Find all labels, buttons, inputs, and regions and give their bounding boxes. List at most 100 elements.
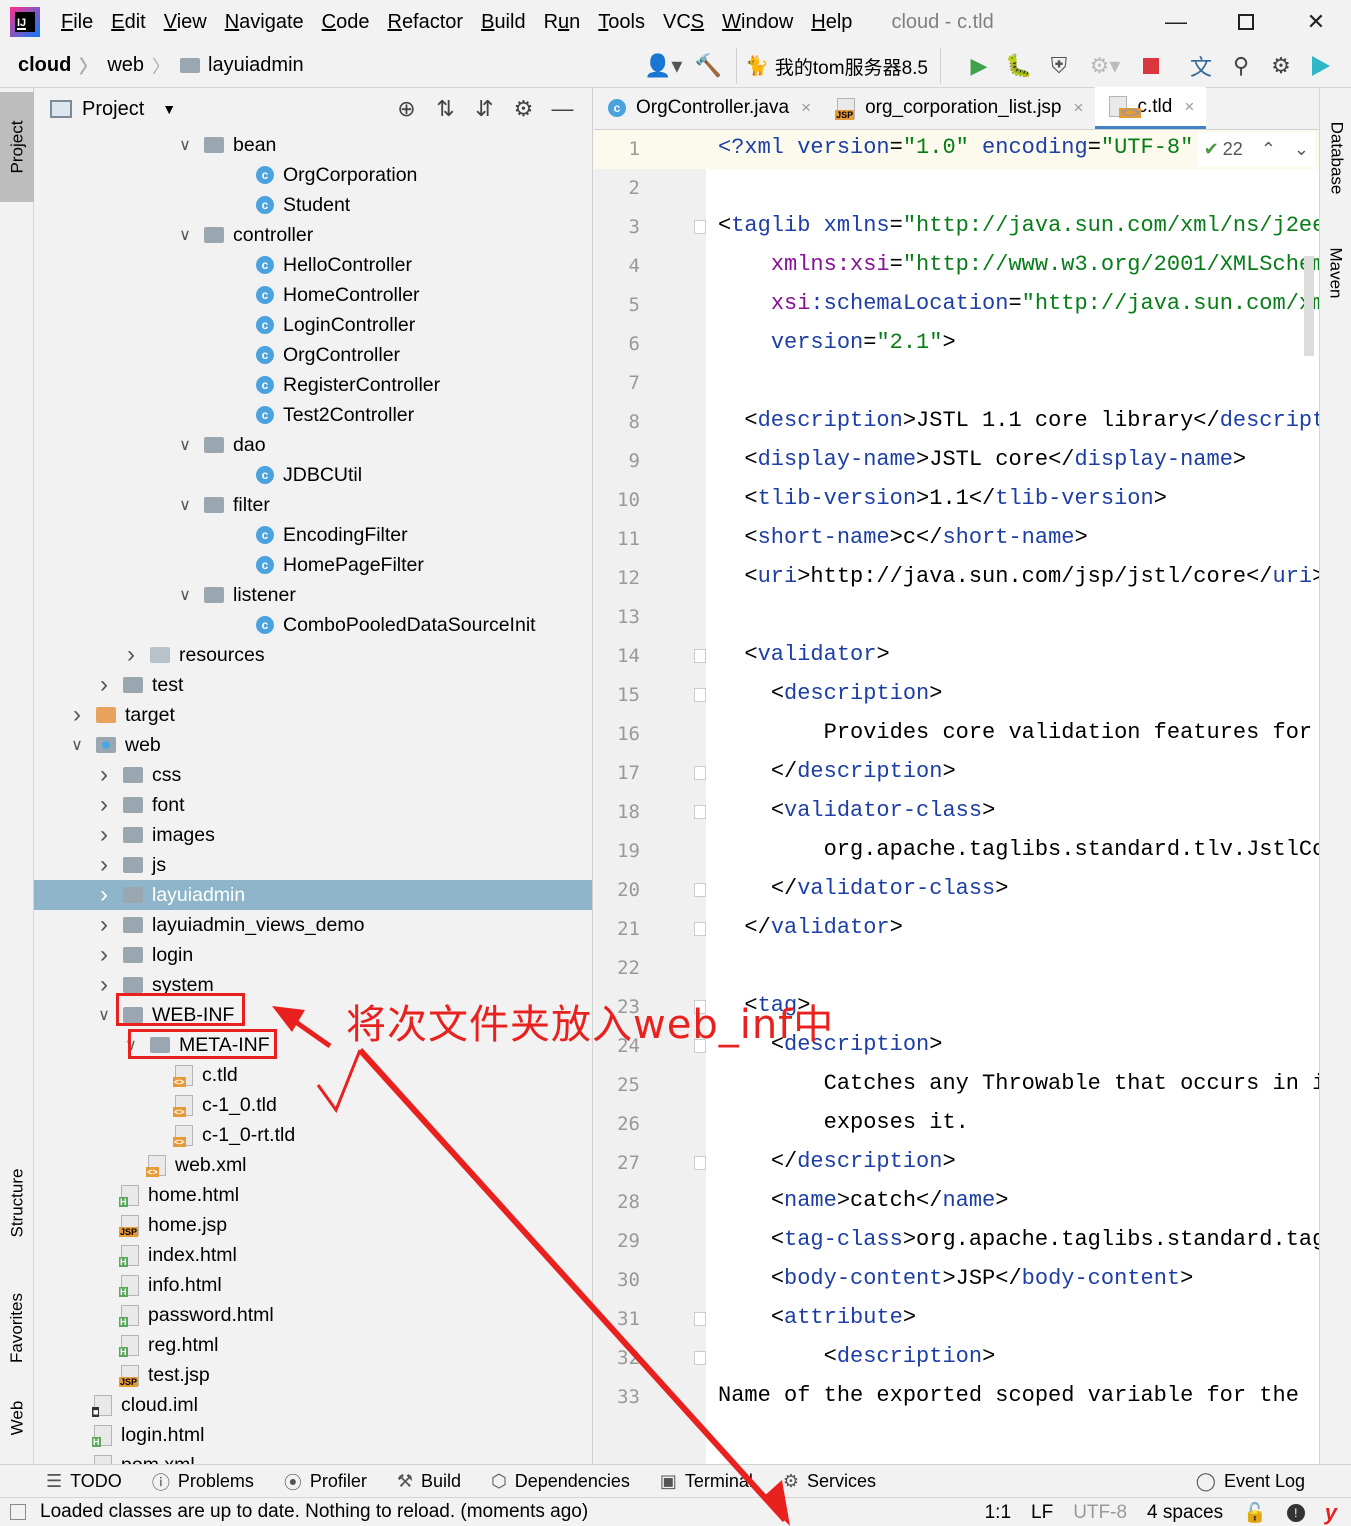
chevron-down-icon[interactable]: ∨: [122, 1035, 140, 1055]
translate-icon[interactable]: 文: [1181, 46, 1221, 86]
notification-icon[interactable]: !: [1286, 1503, 1305, 1522]
tree-node[interactable]: c Test2Controller: [34, 400, 592, 430]
maven-tool-tab[interactable]: Maven: [1320, 233, 1351, 313]
chevron-right-icon[interactable]: ›: [95, 881, 113, 909]
close-tab-icon[interactable]: ×: [1184, 97, 1194, 117]
tree-node[interactable]: › font: [34, 790, 592, 820]
tree-node[interactable]: <> c-1_0-rt.tld: [34, 1120, 592, 1150]
chevron-down-icon[interactable]: ∨: [176, 225, 194, 245]
run-icon[interactable]: ▶: [959, 46, 999, 86]
fold-marker-icon[interactable]: [694, 766, 706, 780]
caret-position[interactable]: 1:1: [985, 1502, 1011, 1524]
fold-marker-icon[interactable]: [694, 1312, 706, 1326]
tree-node[interactable]: <> web.xml: [34, 1150, 592, 1180]
tree-node[interactable]: JSP home.jsp: [34, 1210, 592, 1240]
profile-icon[interactable]: ⚙▾: [1079, 46, 1131, 86]
code-view[interactable]: <?xml version="1.0" encoding="UTF-8" ?> <…: [706, 130, 1319, 1464]
tree-node[interactable]: c HomePageFilter: [34, 550, 592, 580]
chevron-down-icon[interactable]: ∨: [176, 435, 194, 455]
close-window-button[interactable]: ✕: [1281, 0, 1351, 44]
tree-node[interactable]: ∨ listener: [34, 580, 592, 610]
chevron-down-icon[interactable]: ∨: [95, 1005, 113, 1025]
menu-edit[interactable]: Edit: [102, 11, 154, 34]
maximize-button[interactable]: [1211, 0, 1281, 44]
menu-run[interactable]: Run: [535, 11, 590, 34]
hide-panel-icon[interactable]: —: [543, 96, 582, 122]
tree-node[interactable]: › css: [34, 760, 592, 790]
editor-scrollbar[interactable]: [1304, 256, 1314, 356]
indent-setting[interactable]: 4 spaces: [1147, 1502, 1223, 1524]
tree-node[interactable]: <> pom.xml: [34, 1450, 592, 1464]
tree-node[interactable]: c OrgCorporation: [34, 160, 592, 190]
inspection-widget[interactable]: ✔ 22 ⌃ ⌄: [1197, 132, 1315, 166]
project-tool-tab[interactable]: Project: [0, 92, 34, 202]
bottom-tab-services[interactable]: ⚙ Services: [783, 1471, 876, 1492]
tree-node[interactable]: ∨ filter: [34, 490, 592, 520]
breadcrumb-web[interactable]: web 〉: [107, 53, 170, 79]
tree-node[interactable]: <> c-1_0.tld: [34, 1090, 592, 1120]
chevron-right-icon[interactable]: ›: [95, 671, 113, 699]
tree-node[interactable]: c Student: [34, 190, 592, 220]
tree-node[interactable]: ∨ WEB-INF: [34, 1000, 592, 1030]
tree-node[interactable]: › system: [34, 970, 592, 1000]
chevron-up-icon[interactable]: ⌃: [1261, 139, 1276, 160]
bottom-tab-terminal[interactable]: ▣ Terminal: [660, 1471, 753, 1492]
tree-node[interactable]: c HelloController: [34, 250, 592, 280]
collapse-all-icon[interactable]: ⇵: [465, 96, 504, 122]
tree-node[interactable]: ∨ web: [34, 730, 592, 760]
close-tab-icon[interactable]: ×: [801, 98, 811, 118]
tree-node[interactable]: Hhome.html: [34, 1180, 592, 1210]
tree-node[interactable]: Hreg.html: [34, 1330, 592, 1360]
fold-marker-icon[interactable]: [694, 688, 706, 702]
project-panel-title[interactable]: Project: [82, 98, 144, 121]
tree-node[interactable]: ∨ META-INF: [34, 1030, 592, 1060]
tree-node[interactable]: c ComboPooledDataSourceInit: [34, 610, 592, 640]
fold-marker-icon[interactable]: [694, 922, 706, 936]
tree-node[interactable]: c JDBCUtil: [34, 460, 592, 490]
menu-help[interactable]: Help: [802, 11, 861, 34]
tree-node[interactable]: Hinfo.html: [34, 1270, 592, 1300]
structure-tool-tab[interactable]: Structure: [0, 1128, 34, 1278]
favorites-tool-tab[interactable]: Favorites: [0, 1258, 34, 1398]
settings-gear-icon[interactable]: ⚙: [504, 96, 543, 122]
tree-node[interactable]: Hpassword.html: [34, 1300, 592, 1330]
run-configuration-selector[interactable]: 🐈 我的tom服务器8.5: [736, 48, 941, 84]
close-tab-icon[interactable]: ×: [1074, 98, 1084, 118]
status-message[interactable]: Loaded classes are up to date. Nothing t…: [40, 1501, 588, 1523]
bottom-tab-build[interactable]: ⚒ Build: [397, 1471, 461, 1492]
line-separator[interactable]: LF: [1031, 1502, 1053, 1524]
tree-node[interactable]: <> c.tld: [34, 1060, 592, 1090]
tree-node[interactable]: ∨ bean: [34, 130, 592, 160]
file-encoding[interactable]: UTF-8: [1073, 1502, 1127, 1524]
status-toggle-icon[interactable]: [10, 1504, 26, 1520]
bottom-tab-problems[interactable]: ⓘ Problems: [152, 1469, 254, 1495]
breadcrumb-layuiadmin[interactable]: layuiadmin: [180, 54, 304, 77]
menu-tools[interactable]: Tools: [589, 11, 654, 34]
user-dropdown-icon[interactable]: 👤▾: [638, 46, 688, 86]
fold-marker-icon[interactable]: [694, 1000, 706, 1014]
coverage-icon[interactable]: ⛨: [1039, 46, 1079, 86]
chevron-down-icon[interactable]: ▼: [162, 101, 176, 117]
tree-node[interactable]: JSP test.jsp: [34, 1360, 592, 1390]
menu-navigate[interactable]: Navigate: [216, 11, 313, 34]
fold-marker-icon[interactable]: [694, 883, 706, 897]
tree-node[interactable]: ∨ dao: [34, 430, 592, 460]
chevron-right-icon[interactable]: ›: [95, 941, 113, 969]
tree-node[interactable]: c RegisterController: [34, 370, 592, 400]
menu-build[interactable]: Build: [472, 11, 534, 34]
database-tool-tab[interactable]: Database: [1320, 98, 1351, 218]
tree-node[interactable]: › layuiadmin: [34, 880, 592, 910]
menu-code[interactable]: Code: [313, 11, 379, 34]
chevron-right-icon[interactable]: ›: [122, 641, 140, 669]
chevron-right-icon[interactable]: ›: [95, 821, 113, 849]
minimize-button[interactable]: —: [1141, 0, 1211, 44]
tree-node[interactable]: › login: [34, 940, 592, 970]
fold-marker-icon[interactable]: [694, 1156, 706, 1170]
tree-node[interactable]: c HomeController: [34, 280, 592, 310]
menu-window[interactable]: Window: [713, 11, 802, 34]
tree-node[interactable]: › layuiadmin_views_demo: [34, 910, 592, 940]
event-log-tab[interactable]: ◯ Event Log: [1196, 1471, 1305, 1492]
lock-open-icon[interactable]: 🔓: [1243, 1501, 1267, 1525]
tree-node[interactable]: Hindex.html: [34, 1240, 592, 1270]
editor-tab[interactable]: <> c.tld ×: [1095, 87, 1207, 129]
